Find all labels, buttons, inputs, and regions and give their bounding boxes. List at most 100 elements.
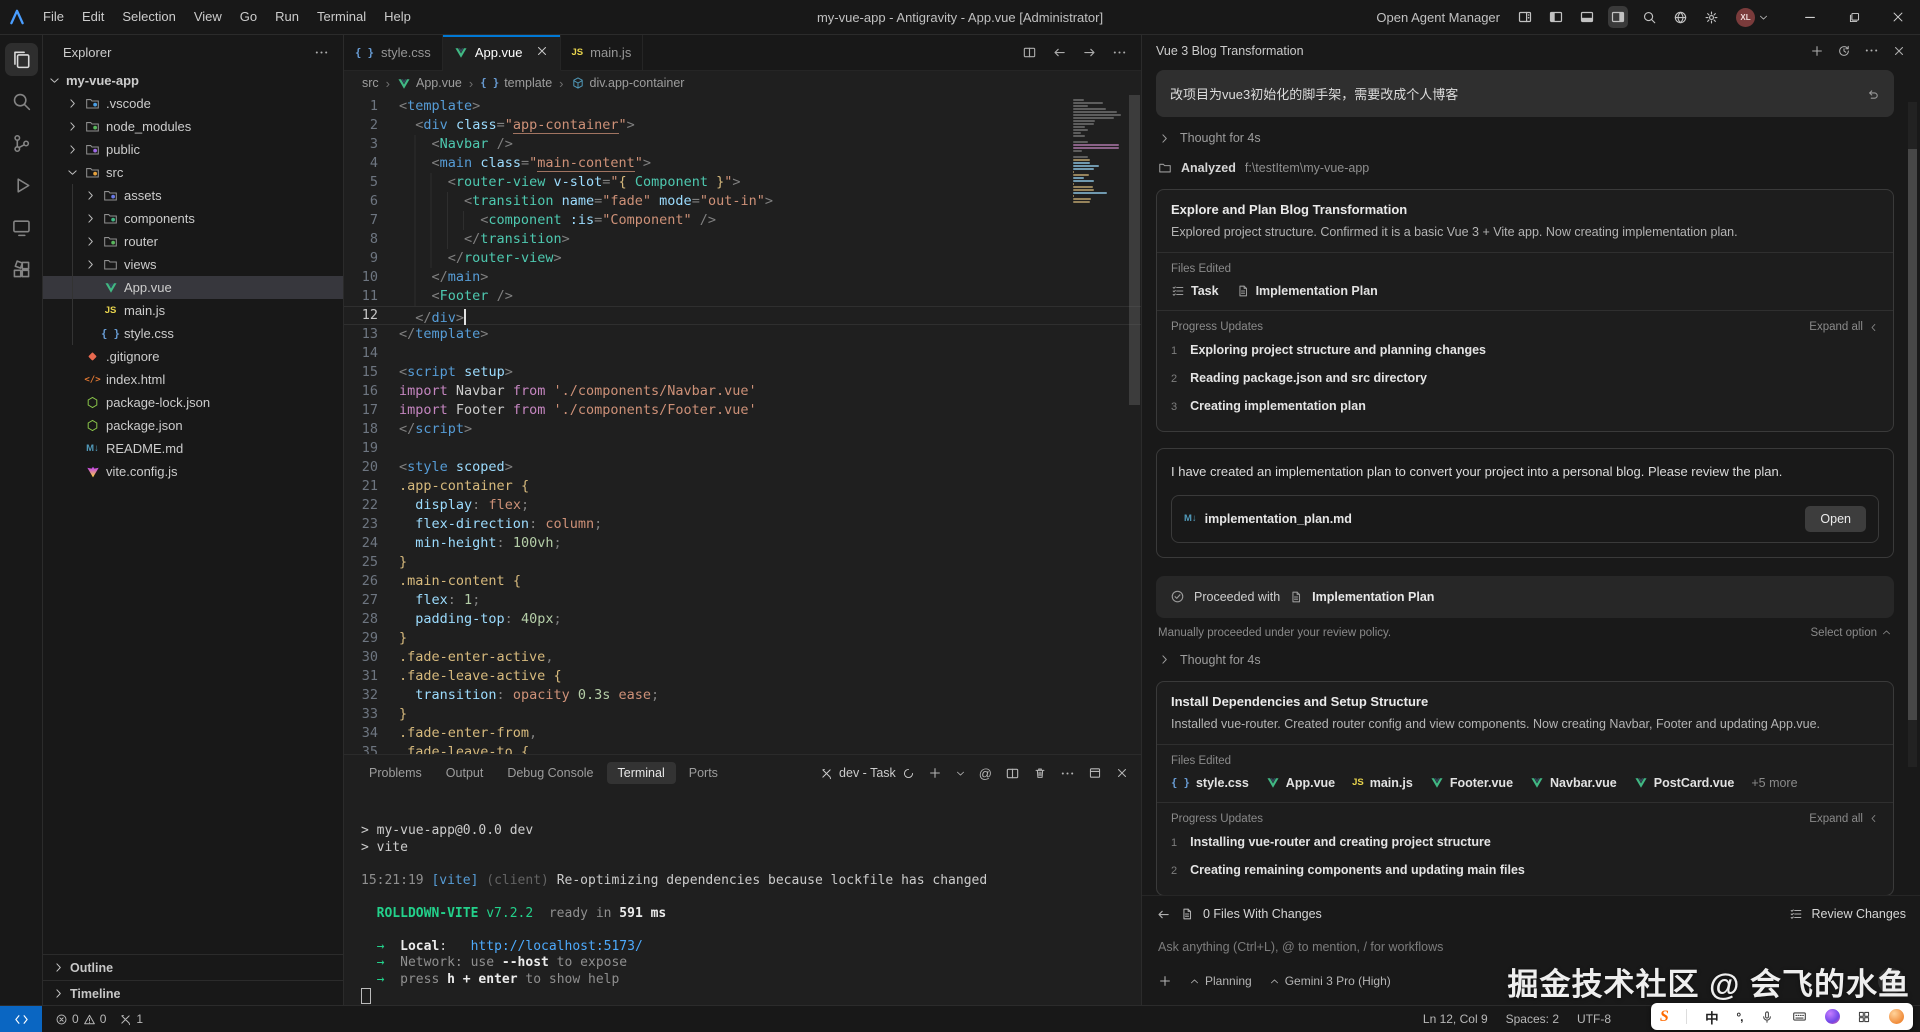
file-chip-main.js[interactable]: JSmain.js [1352, 776, 1413, 790]
expand-all-button[interactable]: Expand all [1809, 321, 1863, 333]
microphone-icon[interactable] [1760, 1010, 1774, 1024]
menu-run[interactable]: Run [266, 0, 308, 34]
chevron-left-icon[interactable] [1868, 322, 1879, 333]
breadcrumb[interactable]: src›App.vue›{ }template›div.app-containe… [344, 71, 1141, 95]
account-menu[interactable]: XL [1736, 8, 1769, 27]
agent-history-button[interactable] [1837, 43, 1851, 58]
file-chip-Task[interactable]: Task [1171, 284, 1219, 298]
panel-tab-problems[interactable]: Problems [358, 762, 433, 784]
menu-file[interactable]: File [34, 0, 73, 34]
skin-icon[interactable] [1825, 1009, 1840, 1024]
tree-item-main.js[interactable]: JSmain.js [43, 299, 343, 322]
panelB-button[interactable] [1577, 6, 1597, 28]
toolbox-icon[interactable] [1857, 1010, 1871, 1024]
terminal-task[interactable]: dev - Task [820, 766, 915, 780]
review-changes-button[interactable]: Review Changes [1812, 907, 1907, 921]
tasks-indicator[interactable]: 1 [119, 1012, 143, 1026]
mode-selector[interactable]: Planning [1189, 974, 1252, 988]
splitcols-button[interactable] [1022, 45, 1037, 60]
activity-scm-icon[interactable] [5, 127, 38, 160]
breadcrumb-src[interactable]: src [362, 76, 379, 90]
panel-tab-terminal[interactable]: Terminal [607, 762, 676, 784]
gear-button[interactable] [1701, 6, 1721, 28]
ellipsis-button[interactable] [1112, 45, 1127, 60]
model-selector[interactable]: Gemini 3 Pro (High) [1269, 974, 1391, 988]
restore-checkpoint-icon[interactable] [1866, 87, 1880, 101]
menu-terminal[interactable]: Terminal [308, 0, 375, 34]
agent-conversation[interactable]: 改项目为vue3初始化的脚手架，需要改成个人博客 Thought for 4s … [1142, 66, 1920, 895]
layout-button[interactable] [1515, 6, 1535, 28]
send-button[interactable]: › [1878, 968, 1904, 994]
breadcrumb-div.app-container[interactable]: div.app-container [571, 76, 685, 90]
file-chip-PostCard.vue[interactable]: PostCard.vue [1634, 776, 1735, 790]
tree-item-vite.config.js[interactable]: vite.config.js [43, 460, 343, 483]
remote-indicator[interactable] [0, 1006, 42, 1032]
panel-tab-output[interactable]: Output [435, 762, 495, 784]
agent-close-button[interactable] [1892, 43, 1906, 58]
menu-help[interactable]: Help [375, 0, 420, 34]
winmax-button[interactable] [1832, 0, 1876, 34]
plan-file-card[interactable]: M↓ implementation_plan.md Open [1171, 495, 1879, 543]
tree-item-src[interactable]: src [43, 161, 343, 184]
terminal-panelmax-button[interactable] [1088, 766, 1102, 780]
menu-selection[interactable]: Selection [113, 0, 184, 34]
breadcrumb-App.vue[interactable]: App.vue [397, 76, 462, 90]
winmin-button[interactable] [1788, 0, 1832, 34]
problems-indicator[interactable]: 0 0 [55, 1012, 106, 1026]
panel-tab-debug-console[interactable]: Debug Console [496, 762, 604, 784]
analyzed-row[interactable]: Analyzed f:\testItem\my-vue-app [1158, 161, 1892, 175]
back-arrow-icon[interactable] [1156, 907, 1171, 922]
editor-scrollbar[interactable] [1127, 95, 1141, 754]
tree-item-README.md[interactable]: M↓README.md [43, 437, 343, 460]
cursor-position[interactable]: Ln 12, Col 9 [1423, 1012, 1488, 1026]
file-chip-style.css[interactable]: { }style.css [1171, 776, 1249, 790]
panel-tab-ports[interactable]: Ports [678, 762, 729, 784]
progress-item[interactable]: 2Creating remaining components and updat… [1171, 855, 1879, 883]
agent-ellipsis-button[interactable] [1864, 43, 1879, 58]
tree-item-index.html[interactable]: </>index.html [43, 368, 343, 391]
agent-scrollbar[interactable] [1908, 102, 1917, 767]
minimap[interactable] [1073, 99, 1123, 204]
activity-ext-icon[interactable] [5, 253, 38, 286]
menu-edit[interactable]: Edit [73, 0, 113, 34]
select-option-dropdown[interactable]: Select option [1811, 627, 1893, 639]
tree-item-views[interactable]: views [43, 253, 343, 276]
keyboard-icon[interactable] [1792, 1009, 1807, 1024]
tree-item-assets[interactable]: assets [43, 184, 343, 207]
tree-item-style.css[interactable]: { }style.css [43, 322, 343, 345]
encoding[interactable]: UTF-8 [1577, 1012, 1611, 1026]
menu-view[interactable]: View [185, 0, 231, 34]
sidebar-section-timeline[interactable]: Timeline [43, 980, 343, 1006]
tab-main.js[interactable]: JSmain.js [561, 35, 644, 70]
progress-item[interactable]: 3Creating implementation plan [1171, 391, 1879, 419]
file-chip-+5-more[interactable]: +5 more [1751, 776, 1797, 790]
activity-debug-icon[interactable] [5, 169, 38, 202]
code-editor[interactable]: 1<template>2 <div class="app-container">… [344, 95, 1141, 754]
ime-language-toggle[interactable]: 中 [1705, 1007, 1719, 1027]
arrowR-button[interactable] [1082, 45, 1097, 60]
tree-item-.vscode[interactable]: .vscode [43, 92, 343, 115]
more-actions-icon[interactable] [314, 45, 329, 60]
tree-item-router[interactable]: router [43, 230, 343, 253]
terminal-caretD-button[interactable] [955, 768, 966, 779]
terminal-trash-button[interactable] [1033, 766, 1047, 780]
tree-item-.gitignore[interactable]: .gitignore [43, 345, 343, 368]
tree-item-package.json[interactable]: package.json [43, 414, 343, 437]
arrowL-button[interactable] [1052, 45, 1067, 60]
emoji-icon[interactable] [1889, 1009, 1904, 1024]
chevron-left-icon[interactable] [1868, 813, 1879, 824]
tab-style.css[interactable]: { }style.css [344, 35, 443, 70]
agent-plus-button[interactable] [1810, 43, 1824, 58]
agent-input[interactable]: Ask anything (Ctrl+L), @ to mention, / f… [1142, 932, 1920, 956]
terminal-output[interactable]: > my-vue-app@0.0.0 dev> vite15:21:19 [vi… [344, 791, 1141, 1006]
ime-punctuation-toggle[interactable]: °, [1736, 1010, 1742, 1024]
progress-item[interactable]: 1Installing vue-router and creating proj… [1171, 827, 1879, 855]
close-tab-icon[interactable] [535, 44, 549, 61]
file-chip-Footer.vue[interactable]: Footer.vue [1430, 776, 1513, 790]
indentation[interactable]: Spaces: 2 [1506, 1012, 1559, 1026]
tree-item-node_modules[interactable]: node_modules [43, 115, 343, 138]
thought-row-1[interactable]: Thought for 4s [1158, 131, 1892, 145]
activity-searchbig-icon[interactable] [5, 85, 38, 118]
tree-item-components[interactable]: components [43, 207, 343, 230]
tree-item-package-lock.json[interactable]: package-lock.json [43, 391, 343, 414]
